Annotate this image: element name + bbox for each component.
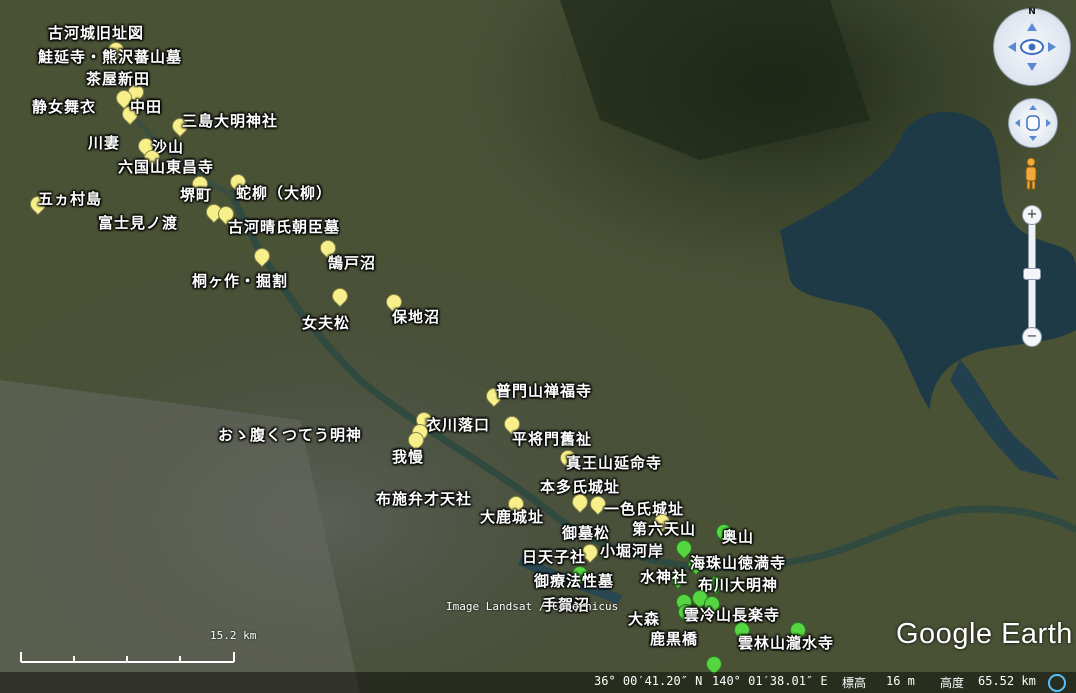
place-label[interactable]: 中田 bbox=[130, 96, 162, 117]
place-label[interactable]: 川妻 bbox=[88, 132, 120, 153]
place-label[interactable]: 蛇柳（大柳） bbox=[236, 182, 332, 203]
place-label[interactable]: 古河晴氏朝臣墓 bbox=[228, 216, 340, 237]
google-earth-logo: Google Earth bbox=[896, 618, 1073, 650]
place-label[interactable]: 鮭延寺・熊沢蕃山墓 bbox=[38, 46, 182, 67]
imagery-attribution: Image Landsat / Copernicus bbox=[446, 600, 619, 613]
altitude-readout: 65.52 km bbox=[978, 674, 1036, 688]
place-label[interactable]: 小堀河岸 bbox=[600, 540, 664, 561]
compass-navigation-control[interactable] bbox=[993, 8, 1071, 86]
elevation-label: 標高 bbox=[842, 676, 867, 690]
place-label[interactable]: 雲冷山長楽寺 bbox=[684, 604, 780, 625]
place-label[interactable]: 富士見ノ渡 bbox=[98, 212, 178, 233]
place-label[interactable]: 三島大明神社 bbox=[182, 110, 278, 131]
place-label[interactable]: 奥山 bbox=[722, 526, 754, 547]
place-label[interactable]: 雲林山瀧水寺 bbox=[738, 632, 834, 653]
scale-label: 15.2 km bbox=[210, 629, 257, 642]
place-label[interactable]: 堺町 bbox=[180, 184, 212, 205]
place-label[interactable]: 普門山禅福寺 bbox=[496, 380, 592, 401]
latitude-readout: 36° 00′41.20″ N bbox=[594, 674, 703, 688]
place-label[interactable]: 茶屋新田 bbox=[86, 68, 150, 89]
globe-icon bbox=[1048, 674, 1066, 692]
place-label[interactable]: 五ヵ村島 bbox=[38, 188, 102, 209]
place-label[interactable]: 古河城旧址図 bbox=[48, 22, 144, 43]
zoom-slider-thumb[interactable] bbox=[1023, 268, 1041, 280]
street-view-pegman-icon[interactable] bbox=[1023, 157, 1039, 191]
zoom-in-button[interactable]: + bbox=[1022, 205, 1042, 225]
place-label[interactable]: 桐ヶ作・掘割 bbox=[192, 270, 288, 291]
place-label[interactable]: 保地沼 bbox=[392, 306, 440, 327]
north-indicator[interactable]: N bbox=[1025, 7, 1039, 17]
scale-bar bbox=[20, 652, 235, 663]
place-label[interactable]: 御療法性墓 bbox=[534, 570, 614, 591]
place-label[interactable]: 我慢 bbox=[392, 446, 424, 467]
place-label[interactable]: 大森 bbox=[628, 608, 660, 629]
altitude-label: 高度 bbox=[940, 676, 965, 690]
pan-control[interactable] bbox=[1008, 98, 1058, 148]
place-label[interactable]: 平将門舊祉 bbox=[512, 428, 592, 449]
place-label[interactable]: 海珠山徳満寺 bbox=[690, 552, 786, 573]
place-label[interactable]: 鹿黒橋 bbox=[650, 628, 698, 649]
elevation-readout: 16 m bbox=[886, 674, 915, 688]
place-label[interactable]: 水神社 bbox=[640, 566, 688, 587]
place-label[interactable]: 第六天山 bbox=[632, 518, 696, 539]
zoom-out-button[interactable]: − bbox=[1022, 327, 1042, 347]
longitude-readout: 140° 01′38.01″ E bbox=[712, 674, 828, 688]
place-label[interactable]: 布川大明神 bbox=[698, 574, 778, 595]
place-label[interactable]: 大鹿城址 bbox=[480, 506, 544, 527]
place-label[interactable]: おゝ腹くつてう明神 bbox=[218, 424, 362, 445]
place-label[interactable]: 六国山東昌寺 bbox=[118, 156, 214, 177]
place-label[interactable]: 布施弁才天社 bbox=[376, 488, 472, 509]
place-label[interactable]: 鵠戸沼 bbox=[328, 252, 376, 273]
place-label[interactable]: 衣川落口 bbox=[426, 414, 490, 435]
place-label[interactable]: 真王山延命寺 bbox=[566, 452, 662, 473]
place-label[interactable]: 女夫松 bbox=[302, 312, 350, 333]
place-label[interactable]: 静女舞衣 bbox=[32, 96, 96, 117]
hand-icon bbox=[1015, 105, 1051, 141]
place-label[interactable]: 一色氏城址 bbox=[604, 498, 684, 519]
place-label[interactable]: 日天子社 bbox=[522, 546, 586, 567]
eye-icon bbox=[1008, 23, 1056, 71]
map-view[interactable]: 古河城旧址図 鮭延寺・熊沢蕃山墓 茶屋新田 静女舞衣 中田 三島大明神社 川妻 … bbox=[0, 0, 1076, 693]
